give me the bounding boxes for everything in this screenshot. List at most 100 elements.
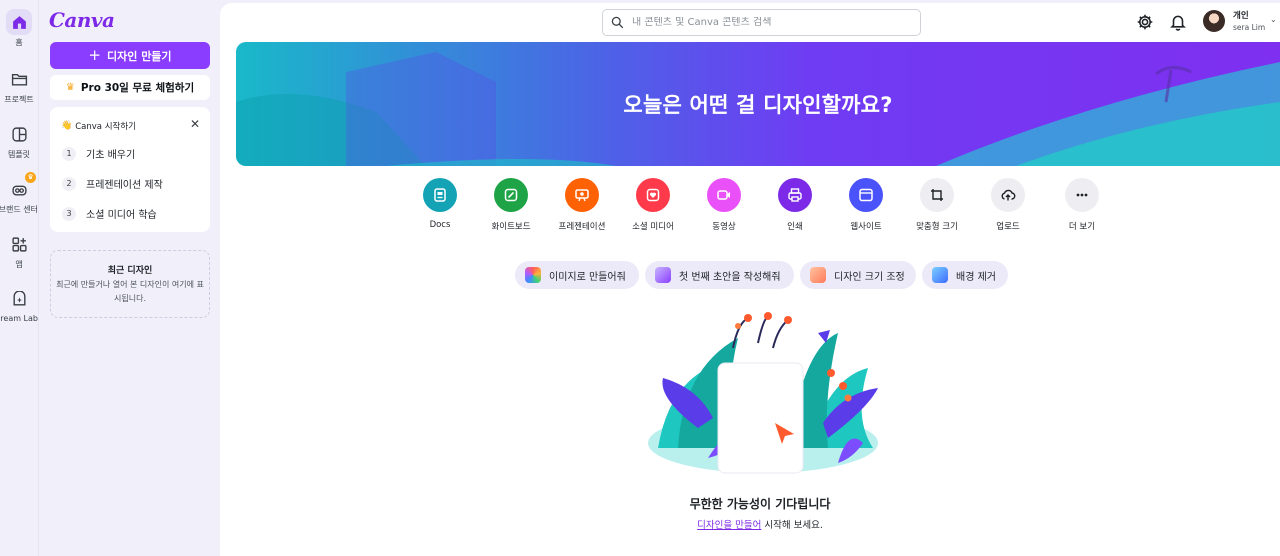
suggestion-label: 이미지로 만들어줘 (549, 271, 626, 283)
quick-action-label: 업로드 (996, 222, 1020, 232)
presentation-icon (565, 178, 599, 212)
rail-label: Dream Lab (0, 314, 38, 323)
quick-action-upload[interactable]: 업로드 (973, 178, 1043, 232)
quick-action-print[interactable]: 인쇄 (760, 178, 830, 232)
step-label: 소셜 미디어 학습 (86, 210, 157, 221)
whiteboard-icon (494, 178, 528, 212)
recent-designs-title: 최근 디자인 (107, 266, 153, 276)
account-kind: 개인 (1233, 11, 1249, 21)
search-icon (611, 16, 624, 29)
step-number: 1 (62, 146, 76, 161)
folder-icon (6, 66, 32, 92)
quick-action-label: 인쇄 (787, 222, 803, 232)
close-icon[interactable]: ✕ (190, 117, 200, 131)
quick-action-label: 웹사이트 (850, 222, 882, 232)
hero-title: 오늘은 어떤 걸 디자인할까요? (623, 93, 893, 117)
recent-designs-box: 최근 디자인 최근에 만들거나 열어 본 디자인이 여기에 표시됩니다. (50, 250, 210, 318)
custom-size-icon (920, 178, 954, 212)
step-label: 프레젠테이션 제작 (86, 180, 163, 191)
print-icon (778, 178, 812, 212)
crown-badge-icon: ♛ (25, 172, 36, 183)
apps-icon (6, 231, 32, 257)
create-design-label: 디자인 만들기 (107, 49, 172, 63)
rail-label: 브랜드 센터 (0, 205, 38, 214)
suggestion-label: 배경 제거 (956, 271, 996, 283)
step-number: 2 (62, 176, 76, 191)
quick-action-label: 프레젠테이션 (558, 222, 606, 232)
side-panel: Canva + 디자인 만들기 ♛ Pro 30일 무료 체험하기 👋 Canv… (38, 0, 220, 556)
avatar[interactable] (1203, 10, 1225, 32)
create-design-button[interactable]: + 디자인 만들기 (50, 42, 210, 69)
hand-wave-icon: 👋 (61, 121, 73, 131)
step-item[interactable]: 3 소셜 미디어 학습 (62, 206, 157, 221)
video-icon (707, 178, 741, 212)
home-icon (6, 9, 32, 35)
rail-item-brand[interactable]: ♛ 브랜드 센터 (0, 172, 38, 215)
search-bar[interactable] (602, 9, 921, 36)
quick-action-presentation[interactable]: 프레젠테이션 (547, 178, 617, 232)
quick-action-label: 맞춤형 크기 (916, 222, 958, 232)
quick-action-label: 동영상 (712, 222, 736, 232)
empty-state-desc-rest: 시작해 보세요. (761, 520, 823, 531)
account-name: sera Lim (1233, 23, 1266, 32)
quick-action-label: 화이트보드 (491, 222, 531, 232)
quick-action-more[interactable]: 더 보기 (1047, 178, 1117, 232)
rail-label: 프로젝트 (4, 95, 34, 104)
pro-trial-button[interactable]: ♛ Pro 30일 무료 체험하기 (50, 75, 210, 100)
quick-action-social[interactable]: 소셜 미디어 (618, 178, 688, 232)
step-label: 기초 배우기 (86, 150, 136, 161)
rail-item-dream-lab[interactable]: Dream Lab (0, 286, 38, 323)
suggestion-label: 디자인 크기 조정 (834, 271, 905, 283)
create-design-link[interactable]: 디자인을 만들어 (697, 520, 761, 531)
empty-state-illustration (648, 312, 878, 474)
dream-lab-icon (6, 286, 32, 312)
rail-item-home[interactable]: 홈 (0, 9, 38, 48)
quick-action-website[interactable]: 웹사이트 (831, 178, 901, 232)
suggestion-label: 첫 번째 초안을 작성해줘 (679, 271, 781, 283)
canva-logo[interactable]: Canva (49, 8, 115, 32)
quick-action-video[interactable]: 동영상 (689, 178, 759, 232)
bell-icon[interactable] (1169, 13, 1187, 31)
crown-icon: ♛ (65, 82, 75, 93)
getting-started-card: 👋 Canva 시작하기 ✕ 1 기초 배우기 2 프레젠테이션 제작 3 소셜… (50, 107, 210, 232)
step-item[interactable]: 1 기초 배우기 (62, 146, 135, 161)
empty-state-title: 무한한 가능성이 기다립니다 (689, 497, 831, 511)
rail-item-templates[interactable]: 템플릿 (0, 121, 38, 160)
heart-icon (636, 178, 670, 212)
quick-action-docs[interactable]: Docs (405, 178, 475, 230)
pro-trial-label: Pro 30일 무료 체험하기 (80, 82, 195, 94)
step-item[interactable]: 2 프레젠테이션 제작 (62, 176, 163, 191)
rail-item-apps[interactable]: 앱 (0, 231, 38, 270)
account-switcher[interactable]: 개인 sera Lim (1233, 11, 1265, 33)
quick-action-custom-size[interactable]: 맞춤형 크기 (902, 178, 972, 232)
suggestion-pill[interactable]: 첫 번째 초안을 작성해줘 (645, 261, 794, 289)
quick-action-label: 소셜 미디어 (632, 222, 674, 232)
hero-banner: 오늘은 어떤 걸 디자인할까요? (236, 42, 1280, 166)
template-icon (6, 121, 32, 147)
magic-wand-icon (655, 267, 671, 283)
rail-label: 앱 (15, 260, 23, 269)
suggestion-pill[interactable]: 디자인 크기 조정 (800, 261, 916, 289)
quick-action-whiteboard[interactable]: 화이트보드 (476, 178, 546, 232)
rail-label: 홈 (15, 38, 23, 47)
gear-icon[interactable] (1136, 13, 1154, 31)
resize-icon (810, 267, 826, 283)
upload-icon (991, 178, 1025, 212)
getting-started-title: 👋 Canva 시작하기 (61, 121, 136, 132)
quick-action-label: 더 보기 (1068, 222, 1096, 232)
rail-item-projects[interactable]: 프로젝트 (0, 66, 38, 105)
suggestion-pill[interactable]: 배경 제거 (922, 261, 1008, 289)
quick-action-label: Docs (429, 220, 451, 230)
brand-icon: ♛ (6, 172, 36, 202)
main-content: 개인 sera Lim ⌄ 오늘은 어떤 걸 디자인할까요? Docs 화이트보… (220, 3, 1280, 556)
plus-icon: + (88, 46, 101, 64)
recent-designs-desc: 최근에 만들거나 열어 본 디자인이 여기에 표시됩니다. (56, 280, 204, 303)
doc-icon (423, 178, 457, 212)
rainbow-icon (525, 267, 541, 283)
empty-state-desc: 디자인을 만들어 시작해 보세요. (220, 517, 1280, 531)
suggestion-pill[interactable]: 이미지로 만들어줘 (515, 261, 639, 289)
rail-label: 템플릿 (7, 150, 31, 159)
search-input[interactable] (632, 17, 902, 28)
chevron-down-icon[interactable]: ⌄ (1270, 15, 1277, 24)
star-icon (932, 267, 948, 283)
